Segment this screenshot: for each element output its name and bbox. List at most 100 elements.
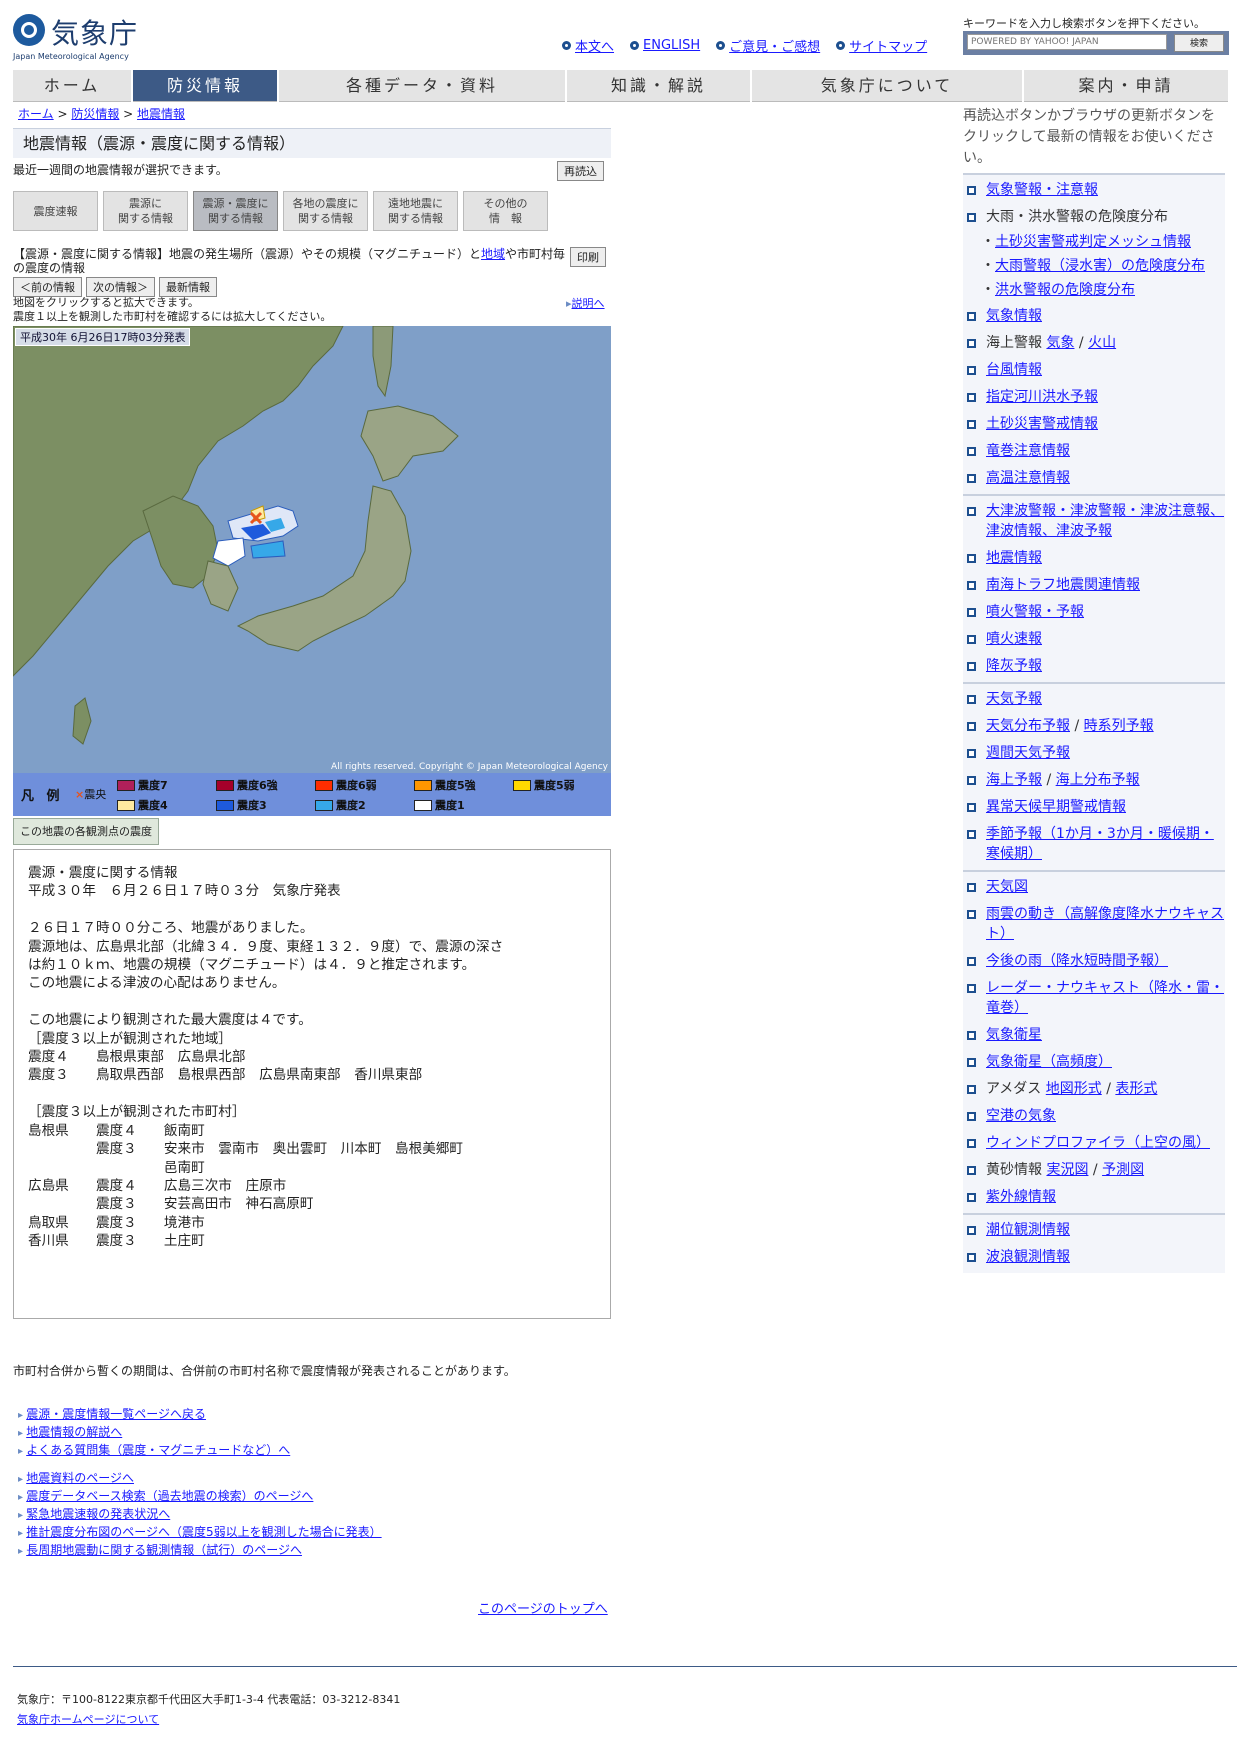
- breadcrumb-home[interactable]: ホーム: [18, 107, 54, 121]
- sidebar-item: 大雨・洪水警報の危険度分布: [963, 204, 1225, 231]
- sidebar-item[interactable]: 噴火速報: [963, 626, 1225, 653]
- breadcrumb-earthquake[interactable]: 地震情報: [137, 107, 185, 121]
- square-bullet-icon: [967, 957, 976, 966]
- sidebar-subitem[interactable]: ・土砂災害警戒判定メッシュ情報: [963, 231, 1225, 255]
- sidebar-item[interactable]: 雨雲の動き（高解像度降水ナウキャスト）: [963, 901, 1225, 948]
- sidebar-item[interactable]: 潮位観測情報: [963, 1217, 1225, 1244]
- link-english[interactable]: ENGLISH: [630, 36, 700, 55]
- sidebar-item[interactable]: ウィンドプロファイラ（上空の風）: [963, 1130, 1225, 1157]
- sidebar-item[interactable]: 異常天候早期警戒情報: [963, 794, 1225, 821]
- sidebar-item[interactable]: 指定河川洪水予報: [963, 384, 1225, 411]
- sidebar-link[interactable]: 表形式: [1115, 1081, 1157, 1097]
- footer-divider: [13, 1666, 1237, 1667]
- sidebar-item[interactable]: 波浪観測情報: [963, 1244, 1225, 1271]
- legend-swatch: [315, 799, 333, 811]
- sidebar-item: 海上予報 / 海上分布予報: [963, 767, 1225, 794]
- nav-data[interactable]: 各種データ・資料: [279, 70, 565, 102]
- footer-about-link[interactable]: 気象庁ホームページについて: [17, 1713, 159, 1726]
- tab-local-intensity[interactable]: 各地の震度に 関する情報: [283, 191, 368, 231]
- sidebar-item[interactable]: 土砂災害警戒情報: [963, 411, 1225, 438]
- square-bullet-icon: [967, 581, 976, 590]
- sidebar-link[interactable]: 気象: [1046, 335, 1074, 351]
- link-sitemap[interactable]: サイトマップ: [836, 36, 927, 55]
- print-button[interactable]: 印刷: [570, 247, 606, 267]
- tab-distant-earthquake[interactable]: 遠地地震に 関する情報: [373, 191, 458, 231]
- nav-home[interactable]: ホーム: [13, 70, 131, 102]
- explanation-link[interactable]: ▸説明へ: [566, 295, 605, 311]
- breadcrumb-disaster[interactable]: 防災情報: [71, 107, 119, 121]
- reload-button[interactable]: 再読込: [557, 161, 604, 181]
- sidebar-item[interactable]: 天気予報: [963, 686, 1225, 713]
- link-faq[interactable]: よくある質問集（震度・マグニチュードなど）へ: [26, 1443, 290, 1457]
- sidebar-item[interactable]: 降灰予報: [963, 653, 1225, 680]
- station-intensity-button[interactable]: この地震の各観測点の震度: [13, 818, 159, 845]
- square-bullet-icon: [967, 393, 976, 402]
- sidebar-link[interactable]: 天気分布予報: [986, 718, 1070, 734]
- prev-info-button[interactable]: ＜前の情報: [13, 277, 82, 297]
- region-link[interactable]: 地域: [481, 247, 505, 261]
- sidebar-item[interactable]: 気象衛星（高頻度）: [963, 1049, 1225, 1076]
- link-estimated-intensity[interactable]: 推計震度分布図のページへ（震度5弱以上を観測した場合に発表）: [26, 1525, 381, 1539]
- square-bullet-icon: [967, 1031, 976, 1040]
- sidebar-item[interactable]: 天気図: [963, 874, 1225, 901]
- square-bullet-icon: [967, 1166, 976, 1175]
- circle-bullet-icon: [562, 41, 571, 50]
- legend-swatch: [117, 799, 135, 811]
- search-button[interactable]: 検索: [1174, 34, 1224, 52]
- sidebar-subitem[interactable]: ・大雨警報（浸水害）の危険度分布: [963, 255, 1225, 279]
- sidebar-item[interactable]: 今後の雨（降水短時間予報）: [963, 948, 1225, 975]
- link-eew-status[interactable]: 緊急地震速報の発表状況へ: [26, 1507, 170, 1521]
- next-info-button[interactable]: 次の情報＞: [86, 277, 155, 297]
- sidebar-item[interactable]: 気象警報・注意報: [963, 177, 1225, 204]
- sidebar-item[interactable]: 空港の気象: [963, 1103, 1225, 1130]
- nav-knowledge[interactable]: 知識・解説: [567, 70, 750, 102]
- sidebar-link[interactable]: 海上分布予報: [1056, 772, 1140, 788]
- sidebar-item[interactable]: 地震情報: [963, 545, 1225, 572]
- sidebar-item[interactable]: 季節予報（1か月・3か月・暖候期・寒候期）: [963, 821, 1225, 868]
- nav-guide[interactable]: 案内・申請: [1024, 70, 1228, 102]
- sidebar-group-weather-warnings: 気象警報・注意報 大雨・洪水警報の危険度分布 ・土砂災害警戒判定メッシュ情報 ・…: [963, 173, 1225, 494]
- link-intensity-database[interactable]: 震度データベース検索（過去地震の検索）のページへ: [26, 1489, 313, 1503]
- tab-hypocenter-intensity[interactable]: 震源・震度に 関する情報: [193, 191, 278, 231]
- sidebar-item[interactable]: 台風情報: [963, 357, 1225, 384]
- sidebar-item[interactable]: 竜巻注意情報: [963, 438, 1225, 465]
- sidebar: 再読込ボタンかブラウザの更新ボタンをクリックして最新の情報をお使いください。 気…: [963, 106, 1225, 1273]
- sidebar-link[interactable]: 時系列予報: [1084, 718, 1154, 734]
- sidebar-link[interactable]: 海上予報: [986, 772, 1042, 788]
- sidebar-link[interactable]: 地図形式: [1046, 1081, 1102, 1097]
- legend-swatch: [414, 799, 432, 811]
- search-input[interactable]: [967, 34, 1167, 50]
- sidebar-item[interactable]: 気象衛星: [963, 1022, 1225, 1049]
- sidebar-item[interactable]: レーダー・ナウキャスト（降水・雷・竜巻）: [963, 975, 1225, 1022]
- link-long-period-motion[interactable]: 長周期地震動に関する観測情報（試行）のページへ: [26, 1543, 302, 1557]
- sidebar-item[interactable]: 気象情報: [963, 303, 1225, 330]
- sidebar-item[interactable]: 噴火警報・予報: [963, 599, 1225, 626]
- sidebar-item[interactable]: 紫外線情報: [963, 1184, 1225, 1211]
- sidebar-link[interactable]: 火山: [1088, 335, 1116, 351]
- link-earthquake-data[interactable]: 地震資料のページへ: [26, 1471, 134, 1485]
- link-earthquake-explanation[interactable]: 地震情報の解説へ: [26, 1425, 122, 1439]
- sidebar-item[interactable]: 南海トラフ地震関連情報: [963, 572, 1225, 599]
- link-main-text[interactable]: 本文へ: [562, 36, 614, 55]
- sidebar-item[interactable]: 高温注意情報: [963, 465, 1225, 492]
- sidebar-link[interactable]: 予測図: [1102, 1162, 1144, 1178]
- link-feedback[interactable]: ご意見・ご感想: [716, 36, 820, 55]
- sidebar-item[interactable]: 大津波警報・津波警報・津波注意報、津波情報、津波予報: [963, 498, 1225, 545]
- tab-seismic-intensity-flash[interactable]: 震度速報: [13, 191, 98, 231]
- info-navigation: ＜前の情報 次の情報＞ 最新情報: [13, 277, 217, 297]
- sidebar-item[interactable]: 週間天気予報: [963, 740, 1225, 767]
- sidebar-link[interactable]: 実況図: [1046, 1162, 1088, 1178]
- earthquake-map[interactable]: 平成30年 6月26日17時03分発表 All rights reserved.…: [13, 326, 611, 816]
- tab-hypocenter[interactable]: 震源に 関する情報: [103, 191, 188, 231]
- nav-disaster-info[interactable]: 防災情報: [133, 70, 277, 102]
- link-intensity-list[interactable]: 震源・震度情報一覧ページへ戻る: [26, 1407, 206, 1421]
- square-bullet-icon: [967, 695, 976, 704]
- sidebar-subitem[interactable]: ・洪水警報の危険度分布: [963, 279, 1225, 303]
- tab-other-info[interactable]: その他の情 報: [463, 191, 548, 231]
- square-bullet-icon: [967, 883, 976, 892]
- latest-info-button[interactable]: 最新情報: [159, 277, 217, 297]
- nav-about[interactable]: 気象庁について: [752, 70, 1022, 102]
- circle-bullet-icon: [836, 41, 846, 50]
- page-top-link[interactable]: このページのトップへ: [478, 1598, 608, 1617]
- jma-logo[interactable]: 気象庁 Japan Meteorological Agency: [13, 12, 143, 62]
